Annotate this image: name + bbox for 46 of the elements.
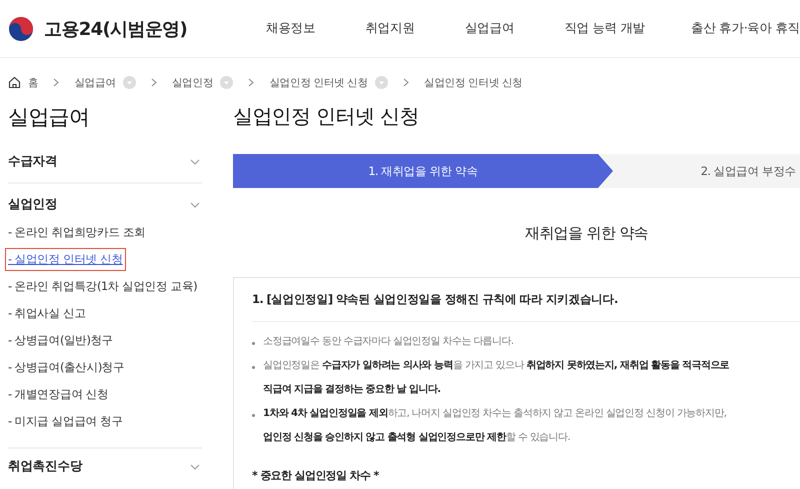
breadcrumb-current: 실업인정 인터넷 신청 <box>424 76 523 90</box>
sidebar-item[interactable]: - 개별연장급여 신청 <box>5 383 112 406</box>
bullet-icon <box>252 342 255 345</box>
section-heading: 재취업을 위한 약속 <box>524 224 650 243</box>
sidebar-title: 실업급여 <box>8 104 90 131</box>
breadcrumb-link[interactable]: 실업인정 <box>172 76 214 90</box>
card-title: 1. [실업인정일] 약속된 실업인정일을 정해진 규칙에 따라 지키겠습니다. <box>252 292 619 307</box>
sidebar-item[interactable]: - 온라인 취업특강(1차 실업인정 교육) <box>5 275 200 298</box>
bullet-text: 소정급여일수 동안 수급자마다 실업인정일 차수는 다릅니다. <box>263 335 514 349</box>
bullet-text: 1차와 4차 실업인정일을 제외하고, 나머지 실업인정 차수는 출석하지 않고 온라인 실업인정 신청이 가능하지만, <box>263 407 726 421</box>
chevron-right-icon <box>402 78 409 87</box>
step-tab[interactable]: 1. 재취업을 위한 약속 <box>233 154 613 188</box>
nav-link[interactable]: 실업급여 <box>464 20 514 37</box>
chevron-right-icon <box>150 78 157 87</box>
sidebar-item[interactable]: - 온라인 취업희망카드 조회 <box>5 221 149 244</box>
note-text: * 중요한 실업인정일 차수 * <box>252 468 380 483</box>
emblem-logo-icon <box>8 16 34 42</box>
bullet-text: 실업인정일은 수급자가 일하려는 의사와 능력을 가지고 있으나 취업하지 못하였는지, 재취업 활동을 적극적으로 <box>263 359 730 373</box>
sidebar-item[interactable]: - 실업인정 인터넷 신청 <box>5 248 126 271</box>
sidebar-item[interactable]: - 상병급여(출산시)청구 <box>5 356 128 379</box>
sidebar-section[interactable]: 실업인정 <box>8 196 58 213</box>
chevron-down-icon[interactable] <box>190 158 200 164</box>
chevron-right-icon <box>248 78 254 87</box>
bullet-icon <box>252 414 255 417</box>
bullet-text: 업인정 신청을 승인하지 않고 출석형 실업인정으로만 제한할 수 있습니다. <box>263 431 572 445</box>
chevron-down-icon[interactable] <box>190 202 200 208</box>
sidebar-item[interactable]: - 취업사실 신고 <box>5 302 89 325</box>
bullet-text: 직급여 지급을 결정하는 중요한 날 입니다. <box>263 383 442 397</box>
chevron-down-icon[interactable] <box>190 464 200 470</box>
home-icon[interactable] <box>8 76 21 89</box>
breadcrumb-link[interactable]: 실업급여 <box>74 76 116 90</box>
nav-link[interactable]: 취업지원 <box>365 20 415 37</box>
step-tab[interactable]: 2. 실업급여 부정수 <box>613 154 800 188</box>
nav-link[interactable]: 직업 능력 개발 <box>564 20 646 37</box>
breadcrumb-link[interactable]: 홈 <box>28 76 38 90</box>
sidebar-item[interactable]: - 상병급여(일반)청구 <box>5 329 116 352</box>
nav-link[interactable]: 채용정보 <box>266 20 316 37</box>
page-title: 실업인정 인터넷 신청 <box>233 103 420 130</box>
sidebar-section[interactable]: 취업촉진수당 <box>8 458 82 475</box>
sidebar-section[interactable]: 수급자격 <box>8 153 58 170</box>
bullet-icon <box>252 366 255 369</box>
breadcrumb-link[interactable]: 실업인정 인터넷 신청 <box>269 76 368 90</box>
chevron-right-icon <box>53 78 60 87</box>
sidebar-item[interactable]: - 미지급 실업급여 청구 <box>5 410 126 433</box>
nav-link[interactable]: 출산 휴가·육아 휴직 <box>691 20 800 37</box>
site-title[interactable]: 고용24(시범운영) <box>44 16 188 40</box>
